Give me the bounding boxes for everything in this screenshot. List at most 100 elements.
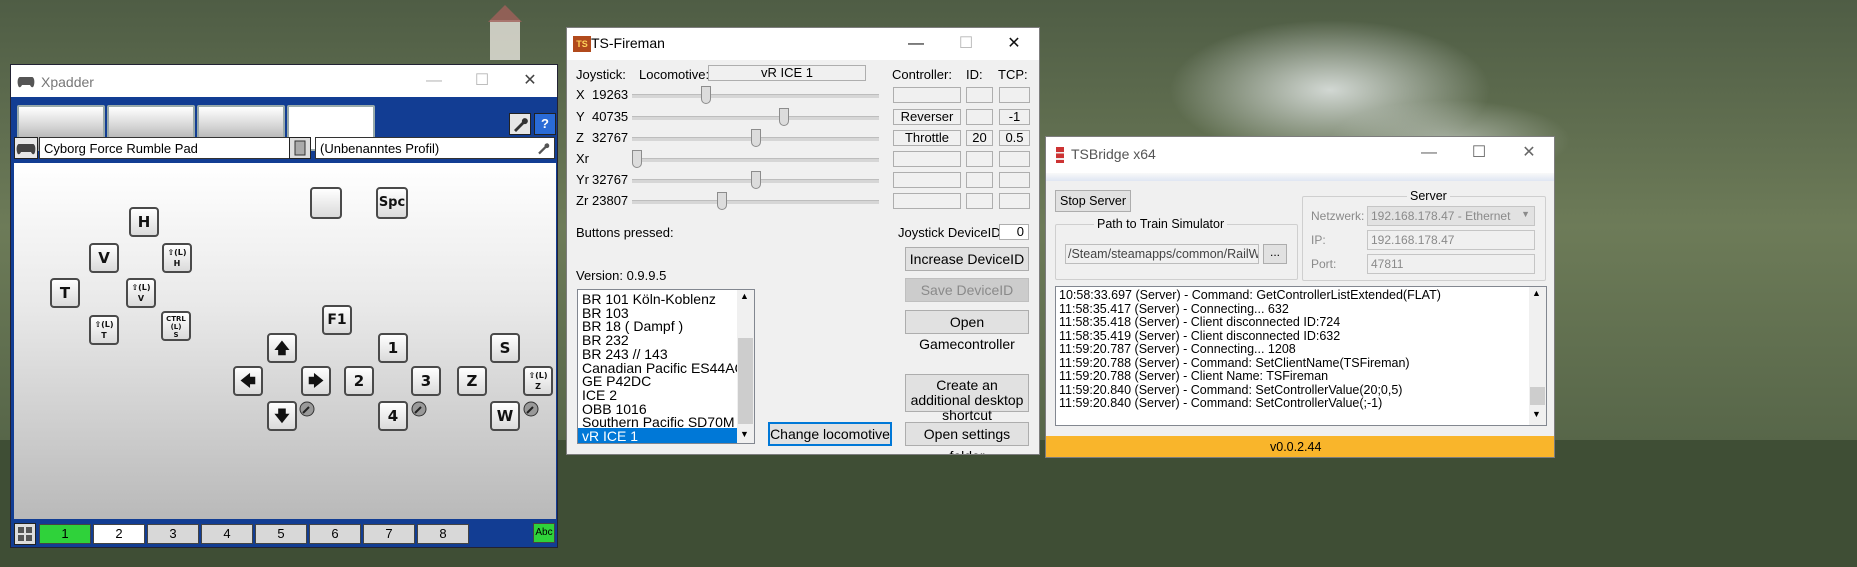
abc-button[interactable]: Abc	[533, 523, 555, 543]
axis-slider-thumb[interactable]	[779, 108, 789, 126]
change-locomotive-button[interactable]: Change locomotive	[768, 422, 892, 446]
id-field[interactable]	[966, 193, 993, 209]
id-field[interactable]	[966, 151, 993, 167]
key-shift-z[interactable]: ⇧(L) Z	[523, 366, 553, 396]
key-1[interactable]: 1	[378, 333, 408, 363]
key-down[interactable]: 🡇	[267, 401, 297, 431]
tcp-field[interactable]	[999, 172, 1030, 188]
set-tab-1[interactable]: 1	[39, 524, 91, 544]
minimize-button[interactable]: —	[411, 65, 457, 97]
key-left[interactable]: 🡄	[233, 366, 263, 396]
set-tab-8[interactable]: 8	[417, 524, 469, 544]
minimize-button[interactable]: —	[1406, 137, 1452, 169]
maximize-button[interactable]: ☐	[943, 28, 989, 60]
stick-settings-icon-right[interactable]	[411, 401, 427, 417]
stop-server-button[interactable]: Stop Server	[1055, 190, 1131, 212]
set-tab-2[interactable]: 2	[93, 524, 145, 544]
settings-button[interactable]	[509, 113, 531, 135]
key-up[interactable]: 🡅	[267, 333, 297, 363]
key-ctrl-s[interactable]: CTRL (L) S	[161, 311, 191, 341]
maximize-button[interactable]: ☐	[459, 65, 505, 97]
key-shift-h[interactable]: ⇧(L) H	[162, 243, 192, 273]
key-s[interactable]: S	[490, 333, 520, 363]
set-tab-7[interactable]: 7	[363, 524, 415, 544]
close-button[interactable]: ✕	[507, 65, 553, 97]
controller-field[interactable]: Reverser	[893, 109, 961, 125]
controller-field[interactable]	[893, 87, 961, 103]
key-w[interactable]: W	[490, 401, 520, 431]
key-2[interactable]: 2	[344, 366, 374, 396]
list-scrollbar[interactable]: ▲ ▼	[737, 290, 754, 443]
tsfireman-titlebar[interactable]: TS TS-Fireman — ☐ ✕	[567, 28, 1039, 60]
log-box[interactable]: 10:58:33.697 (Server) - Command: GetCont…	[1055, 286, 1547, 426]
browse-button[interactable]: ...	[1263, 244, 1287, 264]
tcp-field[interactable]: -1	[999, 109, 1030, 125]
create-shortcut-button[interactable]: Create an additional desktop shortcut	[905, 374, 1029, 423]
controller-field[interactable]	[893, 193, 961, 209]
axis-slider-thumb[interactable]	[632, 150, 642, 168]
set-tab-4[interactable]: 4	[201, 524, 253, 544]
id-field[interactable]	[966, 87, 993, 103]
minimize-button[interactable]: —	[893, 28, 939, 60]
xpadder-titlebar[interactable]: Xpadder — ☐ ✕	[11, 65, 557, 97]
scroll-thumb[interactable]	[738, 338, 753, 424]
tcp-field[interactable]	[999, 193, 1030, 209]
open-gamecontroller-button[interactable]: Open Gamecontroller	[905, 310, 1029, 352]
id-field[interactable]	[966, 109, 993, 125]
key-4[interactable]: 4	[378, 401, 408, 431]
id-field[interactable]: 20	[966, 130, 993, 146]
increase-deviceid-button[interactable]: Increase DeviceID	[905, 247, 1029, 271]
controller-field[interactable]	[893, 172, 961, 188]
netzwerk-select[interactable]: 192.168.178.47 - Ethernet ▼	[1367, 206, 1535, 226]
open-settings-folder-button[interactable]: Open settings folder	[905, 422, 1029, 454]
controller-selector[interactable]: Cyborg Force Rumble Pad	[39, 137, 309, 159]
stick-settings-icon-w[interactable]	[523, 401, 539, 417]
maximize-button[interactable]: ☐	[1456, 137, 1502, 169]
key-3[interactable]: 3	[411, 366, 441, 396]
list-item[interactable]: vR ICE 1	[578, 428, 737, 443]
scroll-down-icon[interactable]: ▼	[1532, 409, 1541, 419]
layout-icon-button[interactable]	[14, 523, 36, 545]
key-f1[interactable]: F1	[322, 305, 352, 335]
key-shift-v[interactable]: ⇧(L) V	[126, 278, 156, 308]
scroll-thumb[interactable]	[1530, 387, 1545, 405]
axis-slider-thumb[interactable]	[717, 192, 727, 210]
tcp-field[interactable]: 0.5	[999, 130, 1030, 146]
key-h[interactable]: H	[129, 207, 159, 237]
path-field[interactable]: /Steam/steamapps/common/RailWorks	[1065, 244, 1259, 264]
locomotive-list[interactable]: BR 101 Köln-Koblenz BR 103 BR 18 ( Dampf )…	[577, 289, 755, 444]
key-spc[interactable]: Spc	[376, 187, 408, 219]
controller-field[interactable]: Throttle	[893, 130, 961, 146]
wrench-icon[interactable]	[535, 140, 551, 156]
close-button[interactable]: ✕	[1506, 137, 1552, 169]
key-v[interactable]: V	[89, 243, 119, 273]
log-scrollbar[interactable]: ▲ ▼	[1529, 287, 1546, 425]
stick-settings-icon-left[interactable]	[299, 401, 315, 417]
tsbridge-titlebar[interactable]: TSBridge x64 — ☐ ✕	[1046, 137, 1554, 173]
scroll-up-icon[interactable]: ▲	[740, 291, 749, 301]
set-tab-6[interactable]: 6	[309, 524, 361, 544]
device-id-field[interactable]: 0	[999, 224, 1029, 240]
key-t[interactable]: T	[50, 278, 80, 308]
tcp-field[interactable]	[999, 151, 1030, 167]
key-z[interactable]: Z	[457, 366, 487, 396]
help-button[interactable]: ?	[534, 113, 556, 135]
scroll-down-icon[interactable]: ▼	[740, 429, 749, 439]
profile-selector[interactable]: (Unbenanntes Profil)	[315, 137, 555, 159]
set-tab-5[interactable]: 5	[255, 524, 307, 544]
axis-slider-thumb[interactable]	[701, 86, 711, 104]
controller-icon-button[interactable]	[14, 137, 38, 159]
axis-slider-thumb[interactable]	[751, 129, 761, 147]
save-deviceid-button[interactable]: Save DeviceID	[905, 278, 1029, 302]
id-field[interactable]	[966, 172, 993, 188]
key-blank[interactable]	[310, 187, 342, 219]
controller-field[interactable]	[893, 151, 961, 167]
key-shift-t[interactable]: ⇧(L) T	[89, 315, 119, 345]
port-field[interactable]: 47811	[1367, 254, 1535, 274]
key-right[interactable]: 🡆	[301, 366, 331, 396]
tcp-field[interactable]	[999, 87, 1030, 103]
ip-field[interactable]: 192.168.178.47	[1367, 230, 1535, 250]
profile-icon-button[interactable]	[289, 137, 311, 159]
close-button[interactable]: ✕	[991, 28, 1037, 60]
axis-slider-thumb[interactable]	[751, 171, 761, 189]
